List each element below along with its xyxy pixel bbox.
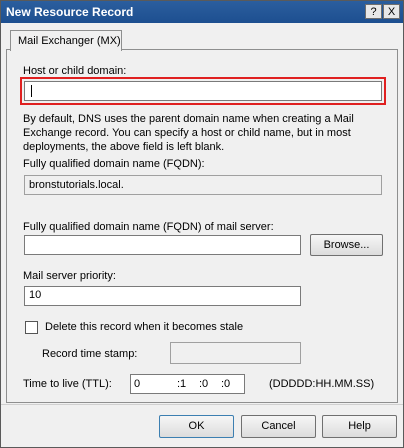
- ttl-days[interactable]: 0: [134, 378, 140, 390]
- tab-panel: Host or child domain: By default, DNS us…: [6, 49, 398, 403]
- host-description: By default, DNS uses the parent domain n…: [23, 113, 354, 153]
- priority-input[interactable]: 10: [24, 286, 301, 306]
- ttl-hours[interactable]: :1: [177, 378, 186, 390]
- ttl-seconds[interactable]: :0: [221, 378, 230, 390]
- fqdn-value: bronstutorials.local.: [29, 179, 124, 191]
- priority-label: Mail server priority:: [23, 270, 116, 282]
- ttl-input[interactable]: 0 :1 :0 :0: [130, 374, 245, 394]
- ttl-label: Time to live (TTL):: [23, 378, 112, 390]
- host-input[interactable]: [24, 81, 382, 101]
- button-bar-divider: [1, 404, 403, 405]
- timestamp-field: [170, 342, 301, 364]
- timestamp-label: Record time stamp:: [42, 348, 138, 360]
- close-icon[interactable]: X: [383, 4, 400, 19]
- stale-checkbox[interactable]: [25, 321, 38, 334]
- mail-server-input[interactable]: [24, 235, 301, 255]
- stale-label: Delete this record when it becomes stale: [45, 321, 244, 333]
- fqdn-readonly-field: bronstutorials.local.: [24, 175, 382, 195]
- mail-server-label: Fully qualified domain name (FQDN) of ma…: [23, 221, 274, 233]
- help-button[interactable]: Help: [322, 415, 397, 438]
- tab-mail-exchanger[interactable]: Mail Exchanger (MX): [10, 30, 122, 51]
- ok-button[interactable]: OK: [159, 415, 234, 438]
- ttl-format-hint: (DDDDD:HH.MM.SS): [269, 378, 375, 390]
- text-caret: [31, 85, 32, 97]
- host-label: Host or child domain:: [23, 65, 127, 77]
- browse-button[interactable]: Browse...: [310, 234, 383, 256]
- help-question-icon[interactable]: ?: [365, 4, 382, 19]
- title-bar: New Resource Record ? X: [1, 1, 403, 23]
- cancel-button[interactable]: Cancel: [241, 415, 316, 438]
- tab-label: Mail Exchanger (MX): [18, 35, 121, 47]
- fqdn-label: Fully qualified domain name (FQDN):: [23, 158, 205, 170]
- priority-value: 10: [29, 289, 42, 301]
- window-title: New Resource Record: [6, 5, 134, 19]
- ttl-minutes[interactable]: :0: [199, 378, 208, 390]
- new-resource-record-dialog: New Resource Record ? X Mail Exchanger (…: [0, 0, 404, 448]
